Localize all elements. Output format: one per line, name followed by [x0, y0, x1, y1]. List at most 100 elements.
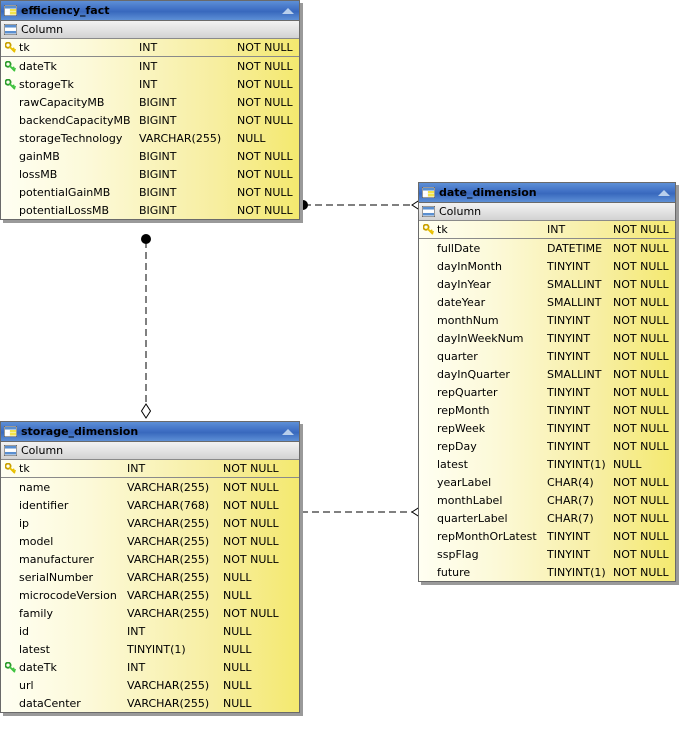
- column-nullable: NOT NULL: [237, 185, 293, 199]
- column-name: lossMB: [19, 167, 58, 181]
- column-type: TINYINT: [547, 349, 591, 363]
- table-storage_dimension[interactable]: storage_dimension Column tk INT NOT NULL…: [0, 421, 300, 713]
- column-type: TINYINT: [547, 421, 591, 435]
- table-row[interactable]: dataCenter VARCHAR(255) NULL: [1, 694, 299, 712]
- column-nullable: NOT NULL: [613, 331, 669, 345]
- table-row[interactable]: monthLabel CHAR(7) NOT NULL: [419, 491, 675, 509]
- column-nullable: NOT NULL: [223, 516, 279, 530]
- table-row[interactable]: monthNum TINYINT NOT NULL: [419, 311, 675, 329]
- table-row[interactable]: repQuarter TINYINT NOT NULL: [419, 383, 675, 401]
- table-row[interactable]: dateTk INT NOT NULL: [1, 57, 299, 75]
- table-efficiency_fact[interactable]: efficiency_fact Column tk INT NOT NULL d…: [0, 0, 300, 220]
- column-type: BIGINT: [139, 203, 177, 217]
- column-type: VARCHAR(255): [139, 131, 222, 145]
- table-row[interactable]: sspFlag TINYINT NOT NULL: [419, 545, 675, 563]
- table-row[interactable]: quarterLabel CHAR(7) NOT NULL: [419, 509, 675, 527]
- table-row[interactable]: rawCapacityMB BIGINT NOT NULL: [1, 93, 299, 111]
- column-type: VARCHAR(255): [127, 606, 210, 620]
- table-row[interactable]: repDay TINYINT NOT NULL: [419, 437, 675, 455]
- table-row[interactable]: tk INT NOT NULL: [1, 460, 299, 478]
- column-nullable: NOT NULL: [237, 41, 293, 54]
- column-nullable: NOT NULL: [613, 223, 669, 236]
- column-type: VARCHAR(255): [127, 696, 210, 710]
- group-header-column-storage_dimension[interactable]: Column: [1, 442, 299, 460]
- collapse-triangle-icon[interactable]: [282, 7, 294, 14]
- table-row[interactable]: fullDate DATETIME NOT NULL: [419, 239, 675, 257]
- column-name: name: [19, 480, 51, 494]
- table-row[interactable]: latest TINYINT(1) NULL: [1, 640, 299, 658]
- table-name-label: efficiency_fact: [21, 4, 110, 17]
- column-nullable: NOT NULL: [237, 95, 293, 109]
- green-key-icon: [1, 78, 19, 90]
- table-row[interactable]: quarter TINYINT NOT NULL: [419, 347, 675, 365]
- column-type: CHAR(4): [547, 475, 594, 489]
- table-row[interactable]: name VARCHAR(255) NOT NULL: [1, 478, 299, 496]
- table-row[interactable]: dateYear SMALLINT NOT NULL: [419, 293, 675, 311]
- table-row[interactable]: potentialLossMB BIGINT NOT NULL: [1, 201, 299, 219]
- table-row[interactable]: url VARCHAR(255) NULL: [1, 676, 299, 694]
- table-row[interactable]: yearLabel CHAR(4) NOT NULL: [419, 473, 675, 491]
- table-row[interactable]: potentialGainMB BIGINT NOT NULL: [1, 183, 299, 201]
- column-type: VARCHAR(255): [127, 678, 210, 692]
- column-name: quarter: [437, 349, 478, 363]
- table-row[interactable]: repMonth TINYINT NOT NULL: [419, 401, 675, 419]
- gold-key-icon: [1, 42, 19, 53]
- table-row[interactable]: ip VARCHAR(255) NOT NULL: [1, 514, 299, 532]
- table-row[interactable]: repWeek TINYINT NOT NULL: [419, 419, 675, 437]
- table-row[interactable]: future TINYINT(1) NOT NULL: [419, 563, 675, 581]
- column-icon: [4, 24, 17, 35]
- collapse-triangle-icon[interactable]: [282, 428, 294, 435]
- column-nullable: NOT NULL: [613, 475, 669, 489]
- table-row[interactable]: id INT NULL: [1, 622, 299, 640]
- column-nullable: NOT NULL: [237, 167, 293, 181]
- column-type: BIGINT: [139, 95, 177, 109]
- table-row[interactable]: dayInMonth TINYINT NOT NULL: [419, 257, 675, 275]
- column-type: VARCHAR(255): [127, 552, 210, 566]
- table-row[interactable]: dayInQuarter SMALLINT NOT NULL: [419, 365, 675, 383]
- column-type: INT: [127, 462, 146, 475]
- table-title-bar-efficiency_fact[interactable]: efficiency_fact: [1, 1, 299, 21]
- group-header-column-efficiency_fact[interactable]: Column: [1, 21, 299, 39]
- column-type: VARCHAR(255): [127, 570, 210, 584]
- column-name: monthLabel: [437, 493, 503, 507]
- column-type: INT: [127, 660, 146, 674]
- table-title-bar-date_dimension[interactable]: date_dimension: [419, 183, 675, 203]
- collapse-triangle-icon[interactable]: [658, 189, 670, 196]
- table-row[interactable]: serialNumber VARCHAR(255) NULL: [1, 568, 299, 586]
- column-nullable: NOT NULL: [223, 498, 279, 512]
- table-title-bar-storage_dimension[interactable]: storage_dimension: [1, 422, 299, 442]
- gold-key-icon: [1, 463, 19, 474]
- table-row[interactable]: microcodeVersion VARCHAR(255) NULL: [1, 586, 299, 604]
- table-row[interactable]: storageTechnology VARCHAR(255) NULL: [1, 129, 299, 147]
- table-row[interactable]: repMonthOrLatest TINYINT NOT NULL: [419, 527, 675, 545]
- column-nullable: NOT NULL: [613, 529, 669, 543]
- table-row[interactable]: family VARCHAR(255) NOT NULL: [1, 604, 299, 622]
- group-header-label: Column: [21, 444, 64, 457]
- column-name: repMonthOrLatest: [437, 529, 537, 543]
- column-type: VARCHAR(255): [127, 588, 210, 602]
- column-type: CHAR(7): [547, 511, 594, 525]
- table-row[interactable]: dayInWeekNum TINYINT NOT NULL: [419, 329, 675, 347]
- table-row[interactable]: lossMB BIGINT NOT NULL: [1, 165, 299, 183]
- table-row[interactable]: backendCapacityMB BIGINT NOT NULL: [1, 111, 299, 129]
- column-nullable: NULL: [237, 131, 266, 145]
- column-type: BIGINT: [139, 113, 177, 127]
- table-row[interactable]: model VARCHAR(255) NOT NULL: [1, 532, 299, 550]
- column-nullable: NOT NULL: [223, 552, 279, 566]
- table-date_dimension[interactable]: date_dimension Column tk INT NOT NULL fu…: [418, 182, 676, 582]
- table-row[interactable]: identifier VARCHAR(768) NOT NULL: [1, 496, 299, 514]
- table-row[interactable]: storageTk INT NOT NULL: [1, 75, 299, 93]
- table-row[interactable]: dayInYear SMALLINT NOT NULL: [419, 275, 675, 293]
- column-nullable: NOT NULL: [613, 385, 669, 399]
- table-row[interactable]: gainMB BIGINT NOT NULL: [1, 147, 299, 165]
- table-row[interactable]: dateTk INT NULL: [1, 658, 299, 676]
- table-name-label: date_dimension: [439, 186, 537, 199]
- column-name: dayInWeekNum: [437, 331, 524, 345]
- column-name: latest: [19, 642, 50, 656]
- group-header-column-date_dimension[interactable]: Column: [419, 203, 675, 221]
- table-row[interactable]: latest TINYINT(1) NULL: [419, 455, 675, 473]
- table-row[interactable]: tk INT NOT NULL: [419, 221, 675, 239]
- column-name: identifier: [19, 498, 69, 512]
- table-row[interactable]: manufacturer VARCHAR(255) NOT NULL: [1, 550, 299, 568]
- table-row[interactable]: tk INT NOT NULL: [1, 39, 299, 57]
